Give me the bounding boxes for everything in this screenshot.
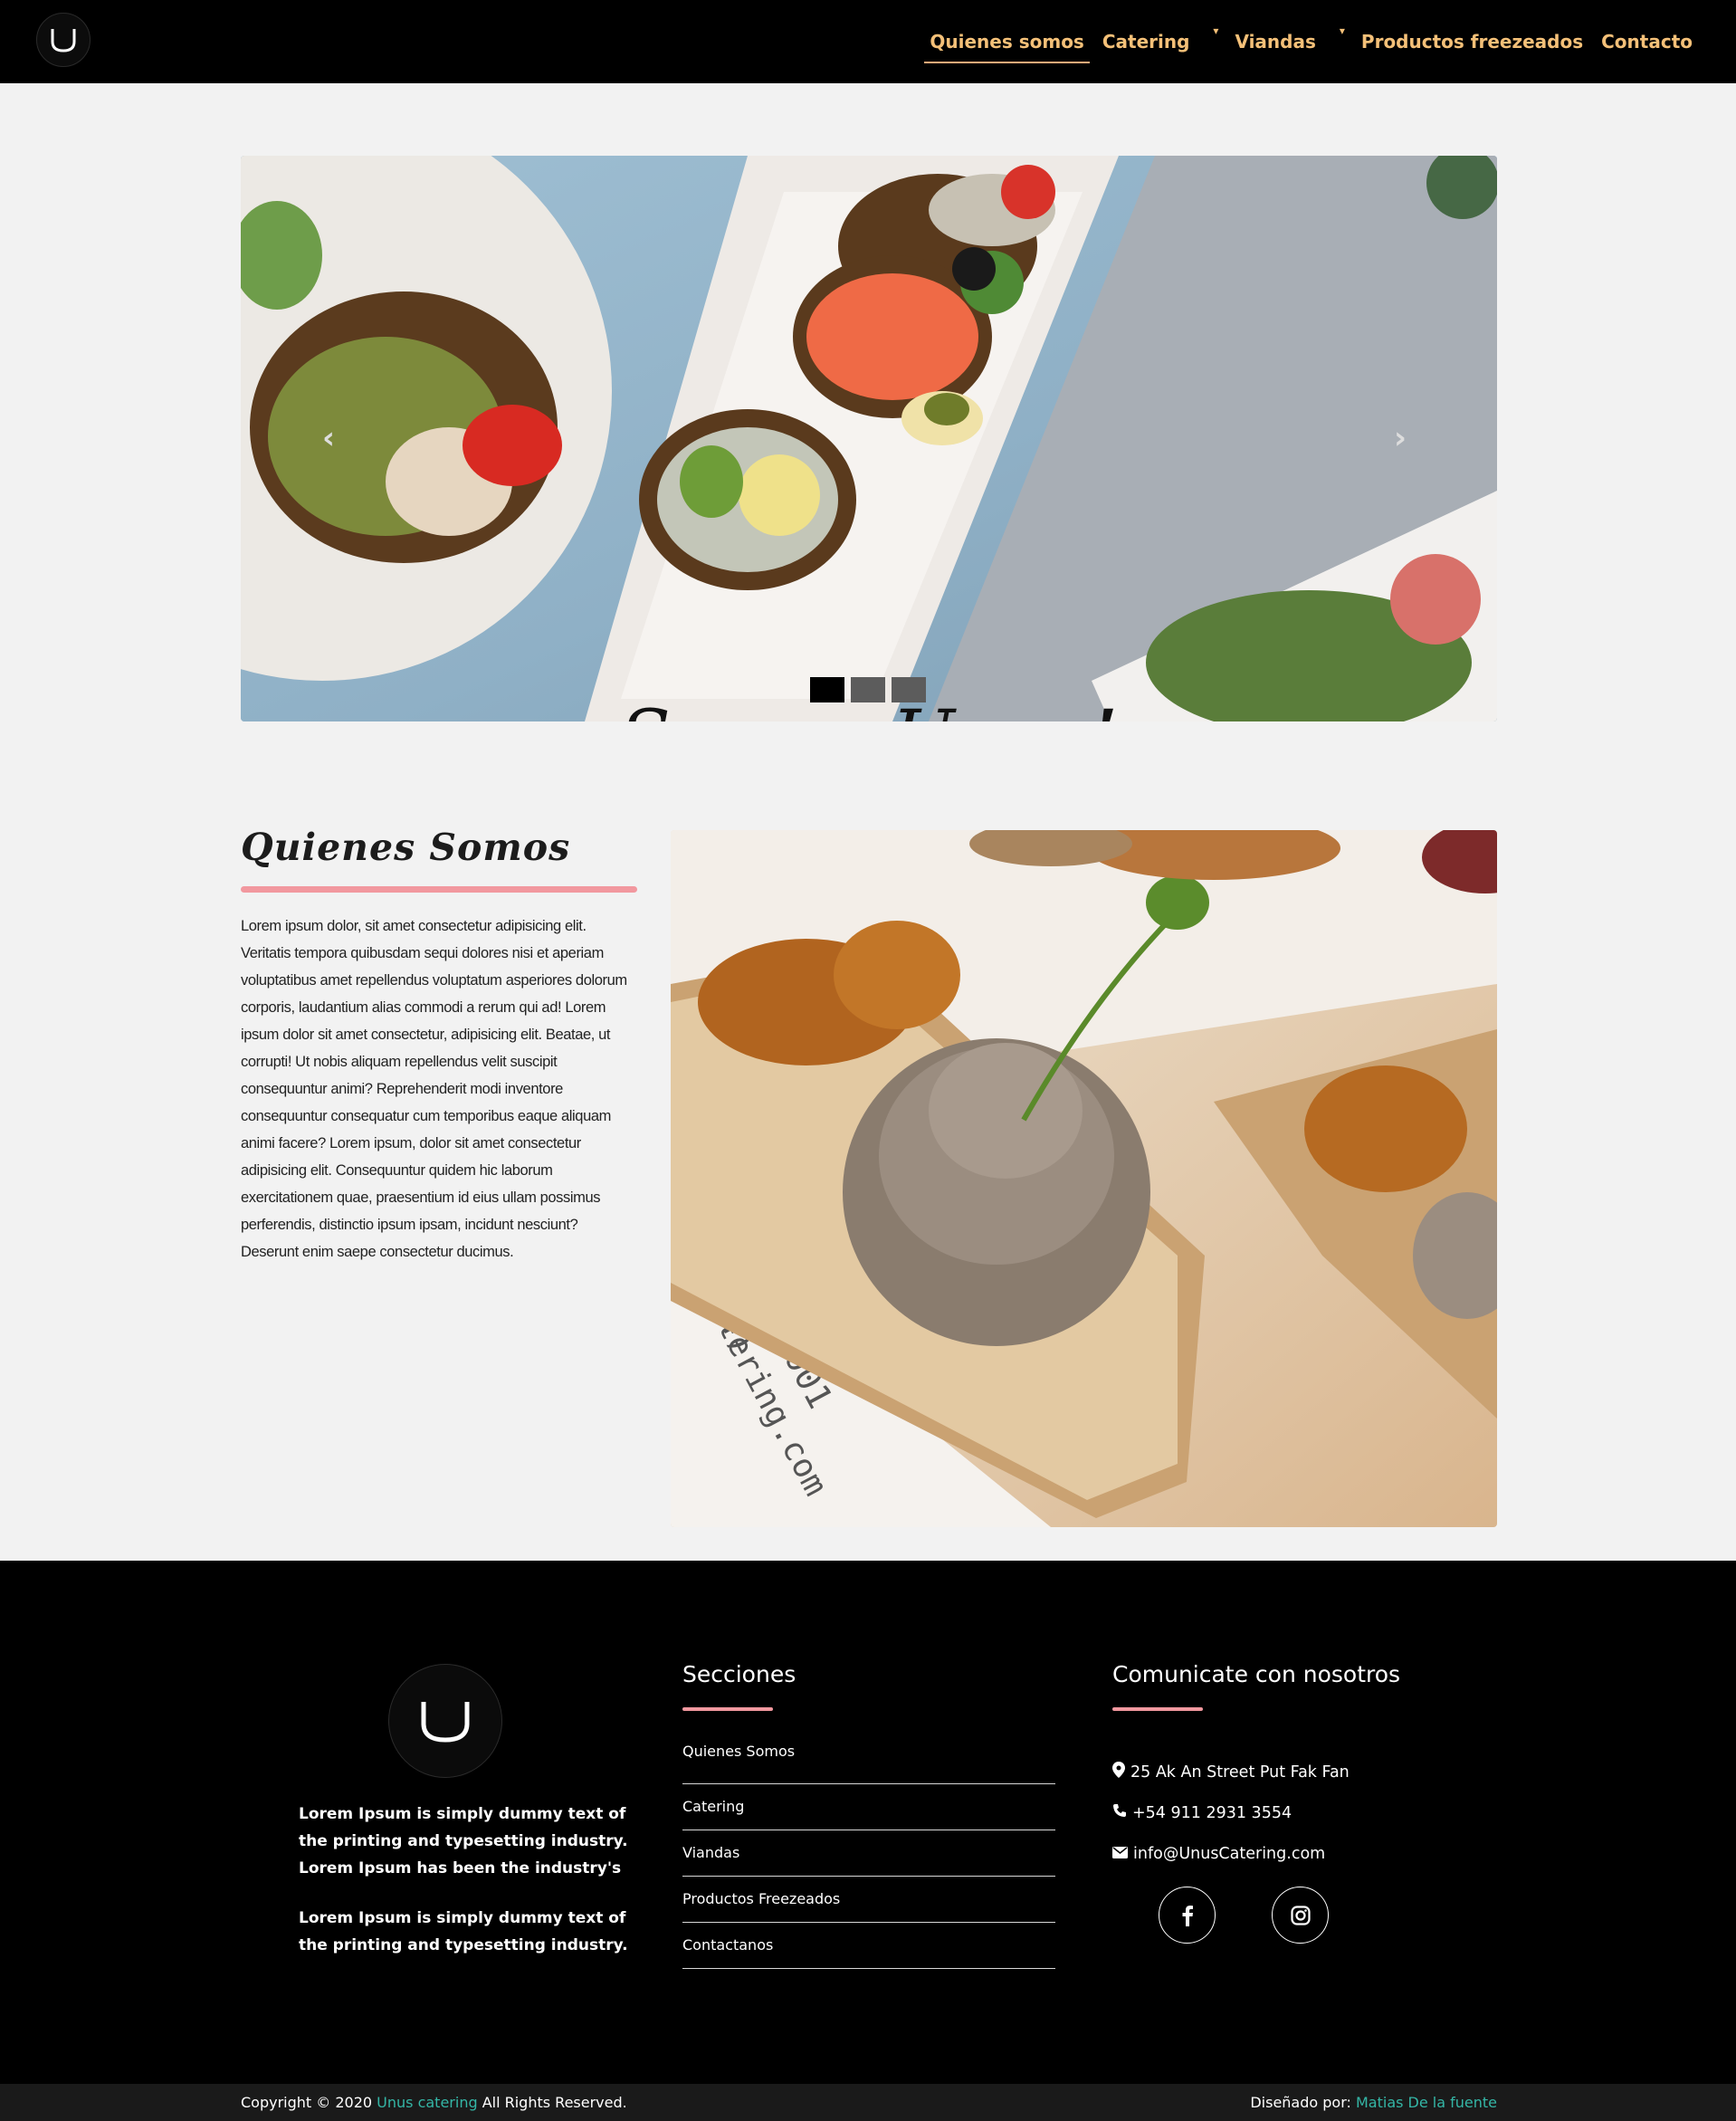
carousel-indicators [810,677,926,702]
contact-title-underline [1112,1707,1203,1711]
section-link-catering[interactable]: Catering [682,1784,1055,1830]
envelope-icon [1112,1845,1128,1863]
carousel-indicator-3[interactable] [892,677,926,702]
nav-link-productos-freezeados[interactable]: Productos freezeados [1352,0,1592,83]
designed-by-prefix: Diseñado por: [1250,2094,1356,2111]
bottom-bar: Copyright © 2020 Unus catering All Right… [0,2084,1736,2121]
contact-phone-text: +54 911 2931 3554 [1132,1803,1292,1822]
section-link-viandas[interactable]: Viandas [682,1830,1055,1877]
carousel-prev-chevron-left-icon[interactable]: ‹ [322,420,335,456]
about-text: Lorem ipsum dolor, sit amet consectetur … [241,918,627,1260]
sections-title: Secciones [682,1661,796,1687]
logo-u-icon [51,29,76,53]
copyright: Copyright © 2020 Unus catering All Right… [241,2094,627,2111]
section-link-contactanos[interactable]: Contactanos [682,1923,1055,1969]
nav-link-contacto[interactable]: Contacto [1592,0,1702,83]
contact-address: 25 Ak An Street Put Fak Fan [1112,1762,1350,1782]
logo-u-icon [421,1702,470,1743]
contact-phone: +54 911 2931 3554 [1112,1803,1292,1822]
brand-logo[interactable] [36,13,91,67]
hero-carousel: Somos Unus! ‹ › [241,156,1497,721]
nav-link-viandas[interactable]: Viandas [1226,0,1324,83]
copyright-suffix: All Rights Reserved. [477,2094,627,2111]
carousel-indicator-2[interactable] [851,677,885,702]
contact-address-text: 25 Ak An Street Put Fak Fan [1130,1763,1350,1782]
designer-link[interactable]: Matias De la fuente [1356,2094,1497,2111]
viandas-dropdown-caret-icon[interactable]: ▾ [1340,24,1345,37]
instagram-icon[interactable] [1272,1887,1329,1944]
contact-email-text[interactable]: info@UnusCatering.com [1133,1845,1325,1863]
footer-about: Lorem Ipsum is simply dummy text of the … [299,1801,643,1959]
footer-logo [388,1664,502,1778]
designed-by: Diseñado por: Matias De la fuente [1250,2094,1497,2111]
about-title: Quienes Somos [241,826,571,869]
copyright-prefix: Copyright © 2020 [241,2094,377,2111]
footer-about-paragraph-2: Lorem Ipsum is simply dummy text of the … [299,1909,628,1954]
about-photo: 4704-5001 (594) iscatering.com [671,830,1497,1527]
nav-link-quienes-somos[interactable]: Quienes somos [920,0,1092,83]
section-link-quienes-somos[interactable]: Quienes Somos [682,1738,1055,1784]
phone-icon [1112,1803,1127,1822]
sections-title-underline [682,1707,773,1711]
about-title-underline [241,886,637,893]
section-link-productos-freezeados[interactable]: Productos Freezeados [682,1877,1055,1923]
nav-links: Quienes somos Catering ▾ Viandas ▾ Produ… [920,0,1702,83]
map-marker-icon [1112,1762,1125,1782]
contact-title: Comunicate con nosotros [1112,1661,1401,1687]
sections-list: Quienes Somos Catering Viandas Productos… [682,1738,1055,1969]
carousel-slide-image [241,156,1497,721]
footer-about-paragraph-1: Lorem Ipsum is simply dummy text of the … [299,1805,628,1877]
brand-link[interactable]: Unus catering [377,2094,477,2111]
nav-link-catering[interactable]: Catering [1093,0,1199,83]
appetizer-photo: 4704-5001 (594) iscatering.com [671,830,1497,1527]
facebook-icon[interactable] [1159,1887,1216,1944]
carousel-indicator-1[interactable] [810,677,844,702]
contact-email: info@UnusCatering.com [1112,1845,1325,1863]
navbar: Quienes somos Catering ▾ Viandas ▾ Produ… [0,0,1736,83]
carousel-next-chevron-right-icon[interactable]: › [1394,420,1407,456]
catering-dropdown-caret-icon[interactable]: ▾ [1213,24,1218,37]
